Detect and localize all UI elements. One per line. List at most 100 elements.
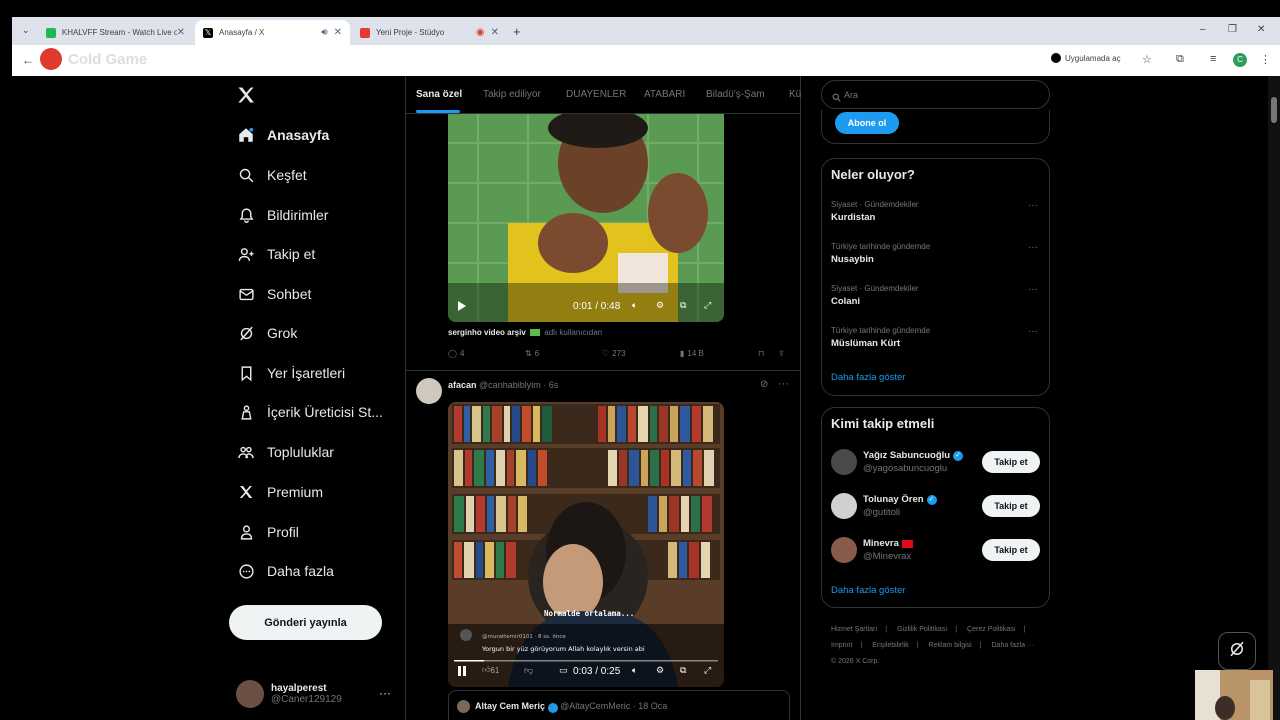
trends-card [821,158,1050,396]
video-attribution[interactable]: serginho video arşiv adlı kullanıcıdan [448,328,602,337]
search-input[interactable]: Ara [821,80,1050,109]
trend-item[interactable]: Siyaset · Gündemdekiler Kurdistan [831,200,919,223]
grok-icon[interactable]: ⊘ [760,379,768,390]
suggested-user[interactable]: Tolunay Ören ✓ @gutitoli [831,493,937,519]
views-button[interactable]: ▮ 14 B [680,349,704,358]
captions-icon[interactable]: ▭ [559,665,568,676]
author-handle[interactable]: @canhabiblyim [479,380,541,390]
follow-button[interactable]: Takip et [982,495,1040,517]
x-logo-icon[interactable] [236,85,256,110]
more-dots-icon[interactable]: ··· [1028,326,1038,337]
media-control-icon[interactable]: ≡ [1210,53,1216,65]
new-tab-button[interactable]: + [513,24,521,39]
footer-link[interactable]: Reklam bilgisi [929,642,972,649]
close-icon[interactable]: ✕ [491,27,499,38]
more-dots-icon[interactable]: ··· [379,686,391,700]
tab-duayenler[interactable]: DUAYENLER [566,89,626,100]
tab-search-icon[interactable]: ⌄ [22,25,30,36]
more-dots-icon[interactable]: ··· [1028,242,1038,253]
author-name[interactable]: afacan [448,380,477,390]
reply-button[interactable]: ◯ 4 [448,349,464,358]
suggested-user[interactable]: Yağız Sabuncuoğlu ✓ @yagosabuncuoglu [831,449,964,475]
nav-chat[interactable]: Sohbet [235,283,311,305]
grok-floating-button[interactable] [1218,632,1256,670]
speaker-icon[interactable]: 🔊︎ [321,27,327,38]
suggested-user-handle: @Minevrax [863,551,912,562]
scrollbar[interactable] [1268,76,1280,720]
nav-premium[interactable]: Premium [235,481,323,503]
footer-link[interactable]: Erişilebilirlik [872,642,909,649]
nav-bookmarks[interactable]: Yer İşaretleri [235,362,345,384]
share-button[interactable]: ⇪ [778,349,785,358]
close-icon[interactable]: ✕ [334,27,342,38]
fullscreen-icon[interactable]: ⤢ [704,665,711,676]
more-dots-icon[interactable]: ··· [1028,284,1038,295]
pip-icon[interactable]: ⧉ [680,665,686,676]
tab-atabari[interactable]: ATABARI [644,89,685,100]
more-dots-icon[interactable]: ··· [1028,200,1038,211]
subscribe-button[interactable]: Abone ol [835,112,899,134]
suggested-user[interactable]: Minevra @Minevrax [831,537,913,563]
browser-tab-khalvff[interactable]: KHALVFF Stream - Watch Live o ✕ [38,20,193,45]
trend-item[interactable]: Türkiye tarihinde gündemde Nusaybin [831,242,930,265]
footer-link[interactable]: Daha fazla ··· [992,642,1034,649]
nav-follow[interactable]: Takip et [235,243,315,265]
tab-biladus-sam[interactable]: Biladü'ş-Şam [706,89,765,100]
footer-link[interactable]: Hizmet Şartları [831,626,877,633]
fullscreen-icon[interactable]: ⤢ [704,300,711,311]
quoted-tweet[interactable]: Altay Cem Meriç ✓ @AltayCemMeric · 18 Oc… [448,690,790,720]
nav-communities[interactable]: Topluluklar [235,441,334,463]
like-button[interactable]: ♡ 273 [602,349,626,358]
pip-icon[interactable]: ⧉ [680,300,686,311]
settings-icon[interactable]: ⚙ [656,300,664,311]
post-button[interactable]: Gönderi yayınla [229,605,382,640]
more-dots-icon[interactable]: ··· [778,378,789,390]
browser-tab-studio[interactable]: Yeni Proje - Stüdyo ◉ ✕ [352,20,507,45]
trend-item[interactable]: Siyaset · Gündemdekiler Colani [831,284,919,307]
volume-icon[interactable]: 🔈︎ [632,665,637,676]
show-more-trends-link[interactable]: Daha fazla göster [831,372,905,383]
tab-following[interactable]: Takip ediliyor [483,89,541,100]
nav-profile[interactable]: Profil [235,521,299,543]
avatar[interactable] [416,378,442,404]
pause-icon[interactable] [457,665,467,677]
settings-icon[interactable]: ⚙ [656,665,664,676]
window-close-icon[interactable]: ✕ [1257,24,1265,35]
reply-count: 4 [459,349,465,358]
volume-icon[interactable]: 🔈︎ [632,300,637,311]
bookmark-button[interactable]: ⊓ [758,349,764,358]
tab-more-lists[interactable]: Kü [789,89,801,100]
browser-profile-avatar[interactable]: C [1233,53,1247,67]
tab-for-you[interactable]: Sana özel [416,89,462,100]
minimize-icon[interactable]: – [1200,24,1206,35]
show-more-follow-link[interactable]: Daha fazla göster [831,585,905,596]
nav-grok[interactable]: Grok [235,322,297,344]
footer-link[interactable]: Imprint [831,642,852,649]
footer-link[interactable]: Çerez Politikası [967,626,1016,633]
repost-button[interactable]: ⇅ 6 [525,349,539,358]
footer-link[interactable]: Gizlilik Politikası [897,626,947,633]
nav-creator-studio[interactable]: İçerik Üreticisi St... [235,401,383,423]
account-switcher[interactable]: hayalperest @Caner129129 [236,680,342,708]
trend-item[interactable]: Türkiye tarihinde gündemde Müslüman Kürt [831,326,930,349]
nav-notifications[interactable]: Bildirimler [235,204,328,226]
follow-button[interactable]: Takip et [982,539,1040,561]
attribution-sub: adlı kullanıcıdan [544,328,603,337]
video-player[interactable]: Normalde ortalama... @murattemir0101 · 8… [448,402,724,687]
extensions-icon[interactable]: ⧉ [1176,53,1184,66]
browser-tab-x[interactable]: 𝕏 Anasayfa / X 🔊︎ ✕ [195,20,350,45]
browser-menu-icon[interactable]: ⋮ [1260,53,1271,66]
nav-home[interactable]: Anasayfa [235,124,329,146]
nav-more[interactable]: Daha fazla [235,560,334,582]
close-icon[interactable]: ✕ [177,27,185,38]
video-player[interactable] [448,113,724,322]
scrollbar-thumb[interactable] [1271,97,1277,123]
back-arrow-icon[interactable]: ← [22,53,34,67]
tweet-time[interactable]: · 6s [543,380,558,390]
open-in-app-button[interactable]: Uygulamada aç [1051,53,1121,63]
play-icon[interactable] [457,300,467,312]
star-icon[interactable]: ☆ [1142,53,1152,66]
restore-icon[interactable]: ❐ [1228,24,1237,35]
nav-explore[interactable]: Keşfet [235,164,307,186]
follow-button[interactable]: Takip et [982,451,1040,473]
